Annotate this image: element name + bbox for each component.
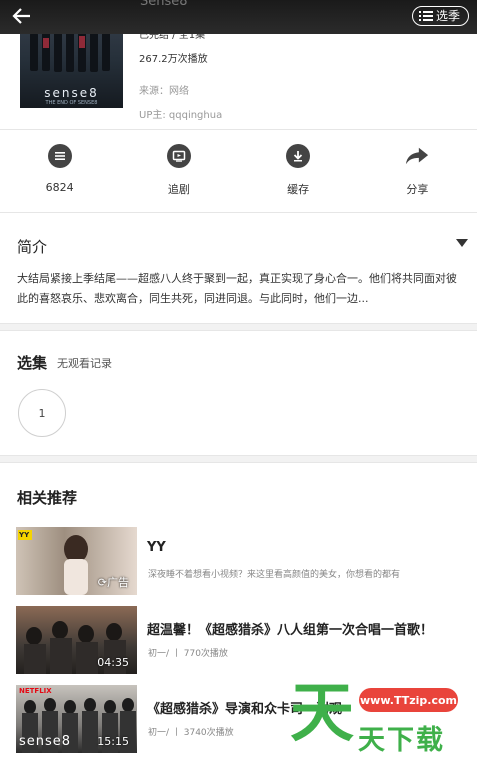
download-label: 缓存	[287, 183, 310, 196]
share-button[interactable]: 分享	[358, 130, 477, 212]
section-divider	[0, 323, 477, 331]
follow-series-label: 追剧	[167, 183, 190, 196]
intro-text[interactable]: 大结局紧接上季结尾——超感八人终于聚到一起，真正实现了身心合一。他们将共同面对彼…	[17, 269, 463, 309]
select-season-button[interactable]: 选季	[411, 6, 469, 26]
tv-icon	[166, 144, 191, 168]
follow-series-button[interactable]: 追剧	[119, 130, 238, 212]
watch-history-label: 无观看记录	[57, 357, 112, 370]
divider	[0, 212, 477, 213]
share-icon	[405, 144, 429, 168]
watermark-url: www.TTzip.com	[359, 688, 458, 712]
episodes-heading: 选集	[17, 354, 48, 372]
faded-title: Sense8	[140, 0, 188, 9]
source-label: 来源：网络	[139, 86, 189, 97]
related-heading: 相关推荐	[17, 489, 78, 507]
download-icon	[286, 144, 311, 168]
select-season-label: 选季	[435, 8, 460, 23]
related-thumbnail[interactable]: YY ⟳广告	[16, 527, 137, 595]
intro-heading: 简介	[17, 238, 48, 256]
uploader-label: UP主: qqqinghua	[139, 110, 223, 121]
comment-icon	[47, 144, 72, 168]
back-arrow-icon[interactable]	[12, 6, 36, 28]
yy-brand-label: YY	[19, 531, 30, 539]
related-meta: 初一/ 丨 770次播放	[148, 649, 228, 659]
comment-button[interactable]: 6824	[0, 130, 119, 212]
related-meta: 深夜睡不着想看小视频？来这里看高颜值的美女，你想看的都有	[148, 570, 401, 580]
download-button[interactable]: 缓存	[239, 130, 358, 212]
ad-badge-label: 广告	[107, 576, 129, 589]
related-meta: 初一/ 丨 3740次播放	[148, 728, 234, 738]
share-label: 分享	[406, 183, 429, 196]
watermark-text: 天下载	[358, 725, 445, 756]
ad-refresh-icon: ⟳	[97, 576, 107, 589]
duration-label: 15:15	[97, 735, 129, 748]
netflix-logo: NETFLIX	[19, 687, 52, 695]
play-count: 267.2万次播放	[139, 54, 208, 65]
sense8-logo: sense8	[19, 734, 72, 749]
episode-button-1[interactable]: 1	[18, 389, 66, 437]
section-divider	[0, 455, 477, 463]
poster-logo: sense8	[44, 86, 99, 100]
comment-count: 6824	[45, 181, 74, 194]
poster-subtitle: THE END OF SENSE8	[45, 100, 98, 106]
related-title[interactable]: YY	[147, 540, 166, 555]
ad-badge: ⟳广告	[98, 574, 129, 590]
related-title[interactable]: 超温馨！《超感猎杀》八人组第一次合唱一首歌！	[147, 619, 433, 638]
duration-label: 04:35	[97, 656, 129, 669]
related-thumbnail[interactable]: 04:35	[16, 606, 137, 674]
related-thumbnail[interactable]: NETFLIX sense8 15:15	[16, 685, 137, 753]
action-bar: 6824 追剧 缓存 分享	[0, 130, 477, 212]
video-info: 已完结 / 全1集 267.2万次播放 来源：网络 UP主: qqqinghua	[139, 26, 222, 121]
watermark-logo: 天	[290, 677, 354, 751]
related-item[interactable]: YY ⟳广告 YY 深夜睡不着想看小视频？来这里看高颜值的美女，你想看的都有	[16, 527, 462, 595]
related-item[interactable]: 04:35 超温馨！《超感猎杀》八人组第一次合唱一首歌！ 初一/ 丨 770次播…	[16, 606, 462, 674]
top-bar: Sense8 选季	[0, 0, 477, 34]
expand-intro-icon[interactable]	[456, 239, 468, 247]
list-icon	[418, 11, 433, 21]
